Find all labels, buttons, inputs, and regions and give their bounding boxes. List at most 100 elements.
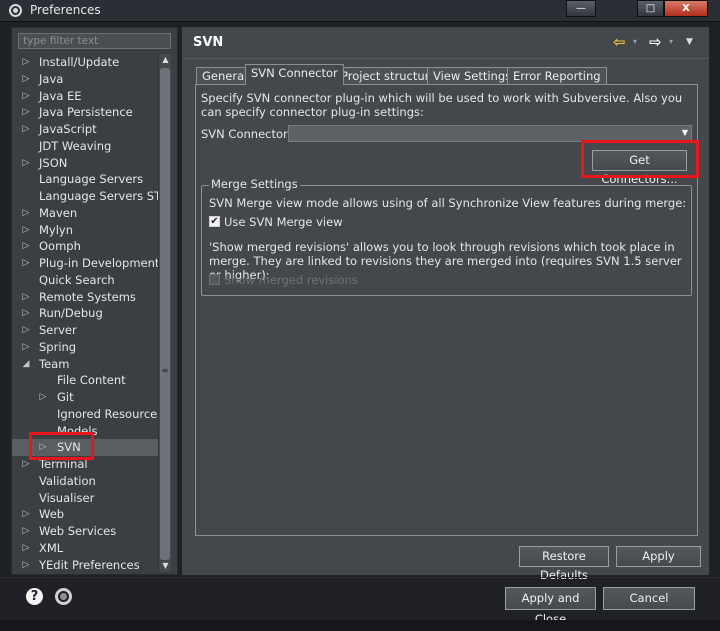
sidebar-item[interactable]: Visualiser — [12, 490, 158, 507]
collapsed-arrow-icon[interactable]: ▷ — [21, 155, 31, 172]
sidebar-item[interactable]: ▷ YEdit Preferences — [12, 557, 158, 574]
sidebar-item[interactable]: Validation — [12, 473, 158, 490]
sidebar-item[interactable]: Language Servers — [12, 171, 158, 188]
collapsed-arrow-icon[interactable]: ▷ — [21, 71, 31, 88]
sidebar-item[interactable]: ▷ Git — [12, 389, 158, 406]
collapsed-arrow-icon[interactable]: ▷ — [21, 88, 31, 105]
sidebar-item-label: Spring — [39, 339, 77, 354]
sidebar-item[interactable]: ▷ Java Persistence — [12, 104, 158, 121]
sidebar-item-label: Run/Debug — [39, 306, 103, 321]
title-bar: Preferences — □ X — [0, 0, 720, 22]
view-menu-icon[interactable]: ▼ — [686, 37, 693, 47]
back-arrow-icon[interactable]: ⇦ — [613, 33, 626, 51]
scroll-up-icon[interactable]: ▲ — [159, 54, 172, 66]
sidebar-item[interactable]: Ignored Resources — [12, 406, 163, 423]
sidebar-item-label: Team — [39, 356, 70, 371]
minimize-button[interactable]: — — [566, 0, 596, 17]
use-merge-view-checkbox[interactable]: ✔ — [209, 216, 220, 227]
collapsed-arrow-icon[interactable]: ▷ — [21, 339, 31, 356]
use-merge-view-label[interactable]: Use SVN Merge view — [224, 215, 343, 229]
page-title: SVN — [193, 35, 224, 50]
sidebar-item[interactable]: ▷ Run/Debug — [12, 305, 158, 322]
collapsed-arrow-icon[interactable]: ▷ — [38, 389, 48, 406]
forward-dropdown-icon[interactable]: ▾ — [669, 37, 673, 46]
cancel-button[interactable]: Cancel — [603, 587, 695, 610]
sidebar-item-label: JDT Weaving — [39, 138, 112, 153]
sidebar-item-label: Mylyn — [39, 222, 74, 237]
svn-preference-page: SVN ⇦ ▾ ⇨ ▾ ▼ General SVN Connector Proj… — [182, 27, 709, 582]
sidebar-item-label: Remote Systems — [39, 289, 136, 304]
sidebar-item[interactable]: ▷ Remote Systems — [12, 289, 158, 306]
sidebar-item-label: Ignored Resources — [57, 406, 164, 421]
sidebar-item[interactable]: ▷ Plug-in Development — [12, 255, 160, 272]
expanded-arrow-icon[interactable]: ◢ — [21, 356, 31, 373]
tab-svn-connector[interactable]: SVN Connector — [245, 64, 344, 85]
footer-separator — [0, 577, 720, 578]
collapsed-arrow-icon[interactable]: ▷ — [21, 506, 31, 523]
back-dropdown-icon[interactable]: ▾ — [633, 37, 637, 46]
collapsed-arrow-icon[interactable]: ▷ — [21, 305, 31, 322]
sidebar-item[interactable]: ▷ Web Services — [12, 523, 158, 540]
sidebar-item[interactable]: Language Servers STS — [12, 188, 168, 205]
sidebar-item[interactable]: ◢ Team — [12, 356, 158, 373]
import-export-icon[interactable] — [55, 588, 72, 605]
collapsed-arrow-icon[interactable]: ▷ — [21, 238, 31, 255]
collapsed-arrow-icon[interactable]: ▷ — [21, 104, 31, 121]
collapsed-arrow-icon[interactable]: ▷ — [21, 557, 31, 574]
filter-input[interactable]: type filter text — [18, 33, 171, 49]
sidebar-item[interactable]: ▷ JSON — [12, 155, 158, 172]
sidebar-item[interactable]: ▷ Web — [12, 506, 158, 523]
show-merged-revisions-checkbox[interactable] — [209, 274, 220, 285]
collapsed-arrow-icon[interactable]: ▷ — [21, 540, 31, 557]
sidebar-item[interactable]: ▷ Oomph — [12, 238, 158, 255]
sidebar-item-label: Oomph — [39, 239, 81, 254]
sidebar-item-label: Java — [39, 71, 64, 86]
collapsed-arrow-icon[interactable]: ▷ — [21, 322, 31, 339]
sidebar-item-label: YEdit Preferences — [39, 557, 140, 572]
tab-view-settings[interactable]: View Settings — [427, 67, 518, 84]
close-button[interactable]: X — [664, 0, 708, 17]
sidebar-item[interactable]: ▷ Maven — [12, 205, 158, 222]
sidebar-scrollbar[interactable]: ▲ ≡ ▼ — [158, 54, 171, 572]
sidebar-item-label: Quick Search — [39, 272, 115, 287]
sidebar-item[interactable]: ▷ Install/Update — [12, 54, 158, 71]
sidebar-item[interactable]: ▷ JavaScript — [12, 121, 158, 138]
sidebar-item[interactable]: ▷ Mylyn — [12, 222, 158, 239]
merge-settings-legend: Merge Settings — [209, 177, 300, 191]
tab-error-reporting[interactable]: Error Reporting — [507, 67, 607, 84]
maximize-button[interactable]: □ — [637, 0, 664, 17]
title-separator — [182, 58, 709, 59]
sidebar-item[interactable]: JDT Weaving — [12, 138, 158, 155]
svn-highlight-box — [29, 432, 94, 460]
sidebar-item[interactable]: ▷ Server — [12, 322, 158, 339]
sidebar-item[interactable]: ▷ Java — [12, 71, 158, 88]
collapsed-arrow-icon[interactable]: ▷ — [21, 222, 31, 239]
apply-button[interactable]: Apply — [616, 546, 701, 567]
collapsed-arrow-icon[interactable]: ▷ — [21, 523, 31, 540]
sidebar-item-label: Server — [39, 323, 77, 337]
scroll-down-icon[interactable]: ▼ — [159, 560, 172, 572]
forward-arrow-icon[interactable]: ⇨ — [649, 33, 662, 51]
sidebar-item[interactable]: File Content — [12, 372, 158, 389]
restore-defaults-button[interactable]: Restore Defaults — [519, 546, 609, 582]
sidebar-item-label: File Content — [57, 373, 126, 388]
scroll-thumb[interactable]: ≡ — [160, 68, 170, 560]
collapsed-arrow-icon[interactable]: ▷ — [21, 255, 31, 272]
sidebar-item-label: Visualiser — [39, 490, 95, 505]
sidebar-item-label: Java Persistence — [39, 105, 133, 120]
collapsed-arrow-icon[interactable]: ▷ — [21, 205, 31, 222]
collapsed-arrow-icon[interactable]: ▷ — [21, 289, 31, 306]
sidebar-item[interactable]: ▷ XML — [12, 540, 158, 557]
sidebar-item-label: Web Services — [39, 524, 117, 538]
merge-description: SVN Merge view mode allows using of all … — [209, 196, 687, 210]
sidebar-item[interactable]: ▷ Spring — [12, 339, 158, 356]
collapsed-arrow-icon[interactable]: ▷ — [21, 121, 31, 138]
connector-label: SVN Connector: — [201, 127, 292, 141]
sidebar-item-label: Validation — [39, 473, 96, 488]
apply-and-close-button[interactable]: Apply and Close — [505, 587, 596, 626]
show-merged-revisions-label[interactable]: Show merged revisions — [224, 273, 358, 287]
help-icon[interactable]: ? — [26, 588, 43, 605]
sidebar-item[interactable]: Quick Search — [12, 272, 158, 289]
collapsed-arrow-icon[interactable]: ▷ — [21, 54, 31, 71]
sidebar-item[interactable]: ▷ Java EE — [12, 88, 158, 105]
